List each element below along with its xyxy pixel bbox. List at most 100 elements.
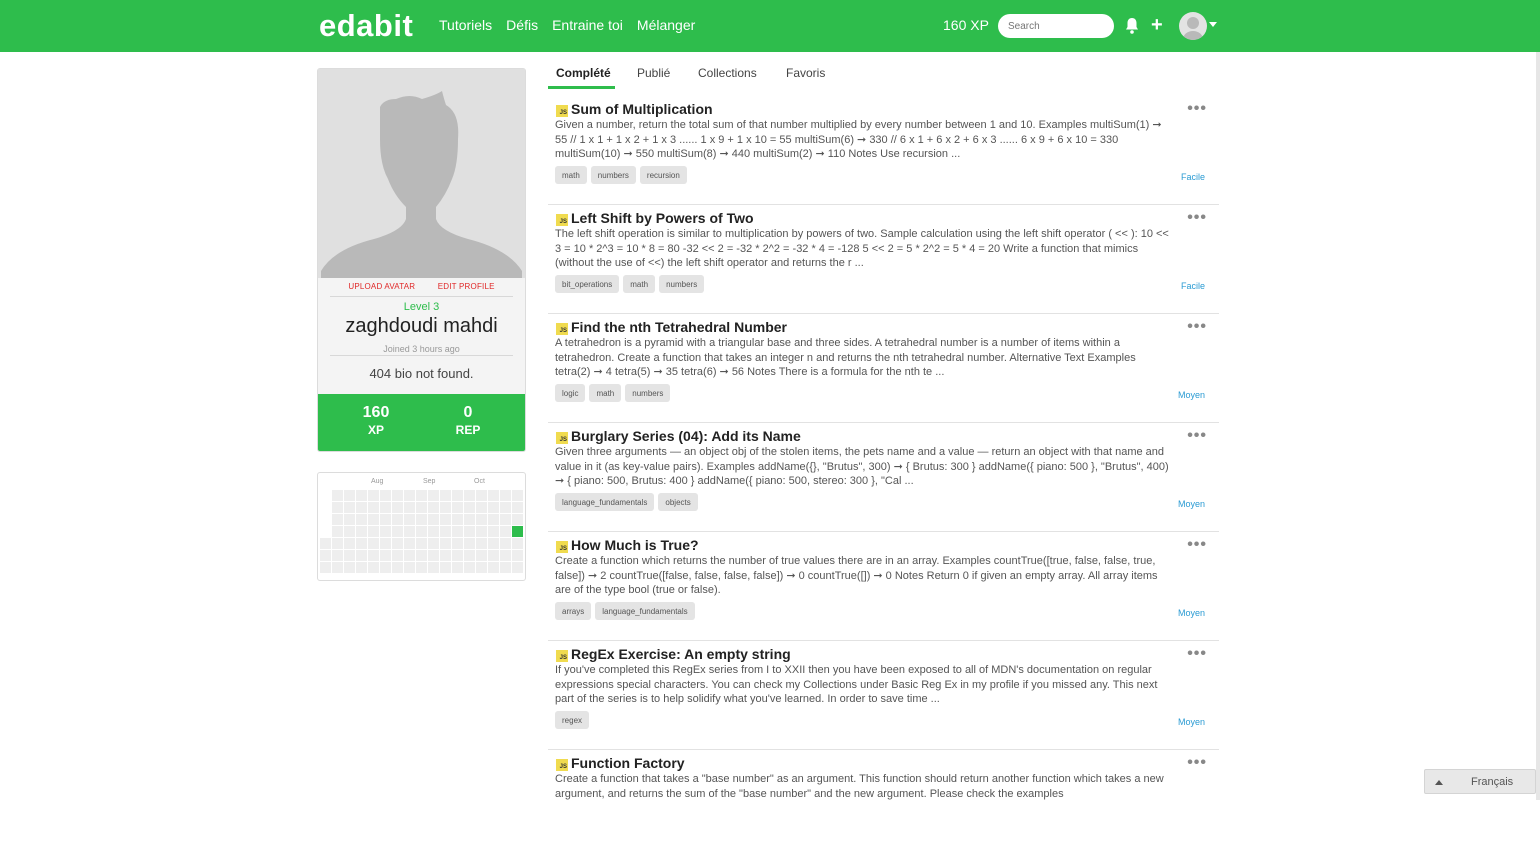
top-navbar: edabit Tutoriels Défis Entraine toi Méla… <box>0 0 1536 52</box>
challenge-title[interactable]: How Much is True? <box>571 537 699 553</box>
challenge-description: A tetrahedron is a pyramid with a triang… <box>555 337 1136 379</box>
rep-label: REP <box>455 423 481 437</box>
javascript-icon: JS <box>556 105 568 117</box>
challenge-description: Given a number, return the total sum of … <box>555 119 1162 161</box>
tab-collections[interactable]: Collections <box>698 66 757 80</box>
upload-avatar-link[interactable]: UPLOAD AVATAR <box>348 282 415 291</box>
heatmap-cell <box>344 526 355 537</box>
heatmap-cell <box>452 490 463 501</box>
challenge-item[interactable]: JS Function Factory ••• Create a functio… <box>548 750 1219 859</box>
difficulty-label: Moyen <box>1177 499 1205 509</box>
profile-card: UPLOAD AVATAR EDIT PROFILE Level 3 zaghd… <box>317 68 526 452</box>
challenge-title[interactable]: Find the nth Tetrahedral Number <box>571 319 787 335</box>
heatmap-cell <box>332 538 343 549</box>
challenge-title[interactable]: Sum of Multiplication <box>571 101 713 117</box>
challenge-title[interactable]: RegEx Exercise: An empty string <box>571 646 791 662</box>
heatmap-cell <box>512 526 523 537</box>
user-avatar[interactable] <box>1179 12 1207 40</box>
more-options-icon[interactable]: ••• <box>1187 645 1207 663</box>
scrollbar-track[interactable] <box>1536 0 1540 800</box>
more-options-icon[interactable]: ••• <box>1187 427 1207 445</box>
tag[interactable]: numbers <box>659 275 705 293</box>
tab-completed[interactable]: Complété <box>556 66 611 80</box>
heatmap-cell <box>416 502 427 513</box>
javascript-icon: JS <box>556 650 568 662</box>
difficulty-label: Moyen <box>1177 390 1205 400</box>
chevron-up-icon <box>1435 780 1443 785</box>
heatmap-cell <box>500 538 511 549</box>
heatmap-cell <box>488 502 499 513</box>
heatmap-cell <box>500 502 511 513</box>
nav-link-shuffle[interactable]: Mélanger <box>637 17 695 33</box>
more-options-icon[interactable]: ••• <box>1187 754 1207 772</box>
add-icon[interactable]: + <box>1151 15 1163 35</box>
challenge-tags: arrays language_fundamentals <box>555 602 695 620</box>
tag[interactable]: math <box>555 166 587 184</box>
tag[interactable]: math <box>623 275 656 293</box>
tag[interactable]: arrays <box>555 602 592 620</box>
challenge-item[interactable]: JS Find the nth Tetrahedral Number ••• A… <box>548 314 1219 423</box>
heatmap-cell <box>380 526 391 537</box>
tag[interactable]: logic <box>555 384 586 402</box>
heatmap-cell <box>332 550 343 561</box>
heatmap-cell <box>428 550 439 561</box>
tag[interactable]: objects <box>658 493 698 511</box>
heatmap-cell <box>368 538 379 549</box>
avatar-silhouette-icon <box>1183 17 1203 40</box>
tab-published[interactable]: Publié <box>637 66 670 80</box>
challenge-item[interactable]: JS Left Shift by Powers of Two ••• The l… <box>548 205 1219 314</box>
heatmap-cell <box>476 526 487 537</box>
heatmap-cell <box>476 538 487 549</box>
heatmap-cell <box>404 490 415 501</box>
tag[interactable]: recursion <box>639 166 687 184</box>
more-options-icon[interactable]: ••• <box>1187 318 1207 336</box>
tag[interactable]: language_fundamentals <box>595 602 695 620</box>
more-options-icon[interactable]: ••• <box>1187 100 1207 118</box>
challenge-title[interactable]: Burglary Series (04): Add its Name <box>571 428 801 444</box>
heatmap-cell <box>464 490 475 501</box>
heatmap-cell <box>440 502 451 513</box>
heatmap-cell <box>488 514 499 525</box>
more-options-icon[interactable]: ••• <box>1187 209 1207 227</box>
nav-link-practice[interactable]: Entraine toi <box>552 17 623 33</box>
chevron-down-icon[interactable] <box>1209 22 1217 27</box>
tag[interactable]: bit_operations <box>555 275 620 293</box>
edit-profile-link[interactable]: EDIT PROFILE <box>438 282 495 291</box>
heatmap-cell <box>392 490 403 501</box>
heatmap-cell <box>512 562 523 573</box>
tag[interactable]: language_fundamentals <box>555 493 655 511</box>
tab-favorites[interactable]: Favoris <box>786 66 825 80</box>
challenge-item[interactable]: JS How Much is True? ••• Create a functi… <box>548 532 1219 641</box>
heatmap-cell <box>428 490 439 501</box>
tag[interactable]: math <box>589 384 622 402</box>
nav-link-tutorials[interactable]: Tutoriels <box>439 17 492 33</box>
xp-value: 160 <box>362 404 390 421</box>
nav-link-challenges[interactable]: Défis <box>506 17 538 33</box>
difficulty-label: Facile <box>1180 281 1205 291</box>
bell-icon[interactable] <box>1124 17 1140 35</box>
search-input[interactable] <box>998 14 1114 38</box>
language-selector[interactable]: Français <box>1424 769 1536 794</box>
heatmap-cell <box>428 526 439 537</box>
heatmap-cell <box>500 490 511 501</box>
challenge-tags: logic math numbers <box>555 384 671 402</box>
heatmap-cell <box>452 514 463 525</box>
heatmap-cell <box>368 562 379 573</box>
challenge-item[interactable]: JS RegEx Exercise: An empty string ••• I… <box>548 641 1219 750</box>
challenge-title[interactable]: Function Factory <box>571 755 685 771</box>
tag[interactable]: numbers <box>590 166 636 184</box>
scrollbar-thumb[interactable] <box>1536 0 1540 52</box>
xp-label: XP <box>367 423 384 437</box>
heatmap-cell <box>344 502 355 513</box>
challenge-item[interactable]: JS Sum of Multiplication ••• Given a num… <box>548 96 1219 205</box>
challenge-item[interactable]: JS Burglary Series (04): Add its Name ••… <box>548 423 1219 532</box>
edabit-logo[interactable]: edabit <box>319 8 413 44</box>
heatmap-cell <box>380 550 391 561</box>
challenge-description: Given three arguments — an object obj of… <box>555 446 1169 488</box>
challenge-title[interactable]: Left Shift by Powers of Two <box>571 210 754 226</box>
tag[interactable]: regex <box>555 711 590 729</box>
more-options-icon[interactable]: ••• <box>1187 536 1207 554</box>
tag[interactable]: numbers <box>625 384 671 402</box>
user-bio: 404 bio not found. <box>369 366 474 381</box>
javascript-icon: JS <box>556 432 568 444</box>
